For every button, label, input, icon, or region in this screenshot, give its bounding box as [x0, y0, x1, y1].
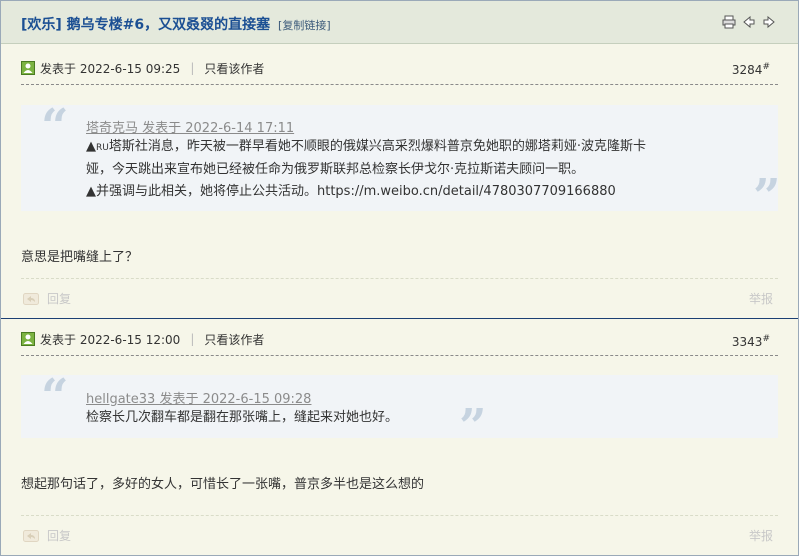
- post-message: 意思是把嘴缝上了？: [21, 250, 139, 265]
- quote-text: 检察长几次翻车都是翻在那张嘴上，缝起来对她也好。: [86, 407, 706, 429]
- reply-icon: [23, 529, 39, 542]
- post-separator: [1, 318, 798, 319]
- quote-text: ▲RU塔斯社消息，昨天被一群早看她不顺眼的俄媒兴高采烈爆料普京免她职的娜塔莉娅·…: [86, 136, 706, 203]
- thread-title: [欢乐] 鹅乌专楼#6，又双叒叕的直接塞 [复制链接]: [21, 14, 331, 34]
- online-user-icon: [21, 61, 35, 75]
- post-meta: 发表于 2022-6-15 09:25 | 只看该作者: [21, 60, 264, 76]
- copy-link-button[interactable]: [复制链接]: [278, 19, 331, 32]
- printer-icon[interactable]: [722, 15, 736, 29]
- post-meta: 发表于 2022-6-15 12:00 | 只看该作者: [21, 331, 264, 347]
- quote-author[interactable]: 塔奇克马 发表于 2022-6-14 17:11: [86, 117, 294, 136]
- quote-author[interactable]: hellgate33 发表于 2022-6-15 09:28: [86, 388, 311, 407]
- post-header-divider: [21, 84, 778, 85]
- report-button[interactable]: 举报: [749, 290, 773, 307]
- quote-line: 检察长几次翻车都是翻在那张嘴上，缝起来对她也好。: [86, 410, 399, 425]
- floor-number-text: 3343: [731, 335, 763, 349]
- reply-label: 回复: [47, 292, 72, 306]
- only-author-link[interactable]: 只看该作者: [204, 60, 264, 77]
- floor-number-text: 3284: [731, 63, 763, 77]
- quote-block: “ 塔奇克马 发表于 2022-6-14 17:11 ▲RU塔斯社消息，昨天被一…: [21, 99, 781, 221]
- floor-mark: #: [762, 334, 770, 344]
- quote-open-icon: “: [41, 369, 69, 425]
- reply-label: 回复: [47, 529, 72, 543]
- divider: |: [190, 332, 195, 346]
- floor-number[interactable]: 3343#: [732, 334, 770, 349]
- forum-thread-view: [欢乐] 鹅乌专楼#6，又双叒叕的直接塞 [复制链接] 发表于 2022-6-1…: [0, 0, 799, 556]
- quote-open-icon: “: [41, 99, 69, 155]
- online-user-icon: [21, 332, 35, 346]
- arrow-left-icon[interactable]: [742, 15, 756, 29]
- reply-icon: [23, 292, 39, 305]
- post-date: 发表于 2022-6-15 12:00: [40, 332, 181, 347]
- quote-close-icon: ”: [753, 169, 781, 225]
- post-date: 发表于 2022-6-15 09:25: [40, 61, 181, 76]
- quote-block: “ hellgate33 发表于 2022-6-15 09:28 检察长几次翻车…: [21, 369, 778, 451]
- thread-tools: [722, 15, 776, 29]
- reply-button[interactable]: 回复: [23, 290, 71, 307]
- report-button[interactable]: 举报: [749, 527, 773, 544]
- only-author-link[interactable]: 只看该作者: [204, 331, 264, 348]
- thread-title-bar: [欢乐] 鹅乌专楼#6，又双叒叕的直接塞 [复制链接]: [1, 1, 798, 44]
- arrow-right-icon[interactable]: [762, 15, 776, 29]
- divider: |: [190, 61, 195, 75]
- floor-number[interactable]: 3284#: [732, 62, 770, 77]
- quote-close-icon: ”: [459, 399, 487, 455]
- quote-line: 娅，今天跳出来宣布她已经被任命为俄罗斯联邦总检察长伊戈尔·克拉斯诺夫顾问一职。: [86, 162, 585, 177]
- thread-title-text: [欢乐] 鹅乌专楼#6，又双叒叕的直接塞: [21, 17, 271, 33]
- quote-line: ▲并强调与此相关，她将停止公共活动。https://m.weibo.cn/det…: [86, 184, 616, 199]
- floor-mark: #: [762, 62, 770, 72]
- post-footer-divider: [21, 278, 778, 279]
- post-header-divider: [21, 355, 778, 356]
- post-message: 想起那句话了，多好的女人，可惜长了一张嘴，普京多半也是这么想的: [21, 477, 425, 492]
- post-footer-divider: [21, 515, 778, 516]
- reply-button[interactable]: 回复: [23, 527, 71, 544]
- quote-line: ▲RU塔斯社消息，昨天被一群早看她不顺眼的俄媒兴高采烈爆料普京免她职的娜塔莉娅·…: [86, 139, 646, 154]
